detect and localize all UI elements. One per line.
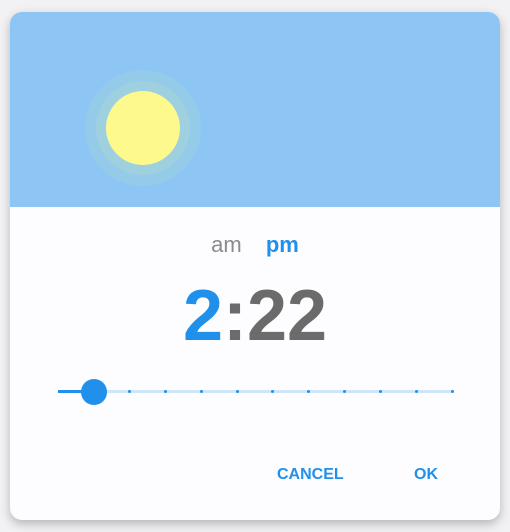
sun-icon — [106, 91, 180, 165]
slider-track[interactable] — [58, 390, 453, 393]
minute-value[interactable]: 22 — [247, 276, 327, 356]
ok-button[interactable]: OK — [408, 462, 444, 488]
hour-value[interactable]: 2 — [183, 276, 223, 356]
period-selector: am pm — [10, 232, 500, 258]
slider-thumb[interactable] — [80, 379, 107, 405]
slider-tick — [235, 390, 239, 393]
am-toggle[interactable]: am — [211, 232, 242, 258]
time-separator: : — [222, 276, 247, 356]
sky-header — [10, 12, 500, 207]
slider-tick — [451, 390, 454, 393]
slider-tick — [163, 390, 167, 393]
pm-toggle[interactable]: pm — [266, 232, 299, 258]
time-display: 2:22 — [10, 280, 500, 352]
slider-tick — [199, 390, 203, 393]
time-picker-dialog: am pm 2:22 CANCEL OK — [10, 12, 500, 520]
cancel-button[interactable]: CANCEL — [271, 462, 350, 488]
slider-tick — [127, 390, 131, 393]
